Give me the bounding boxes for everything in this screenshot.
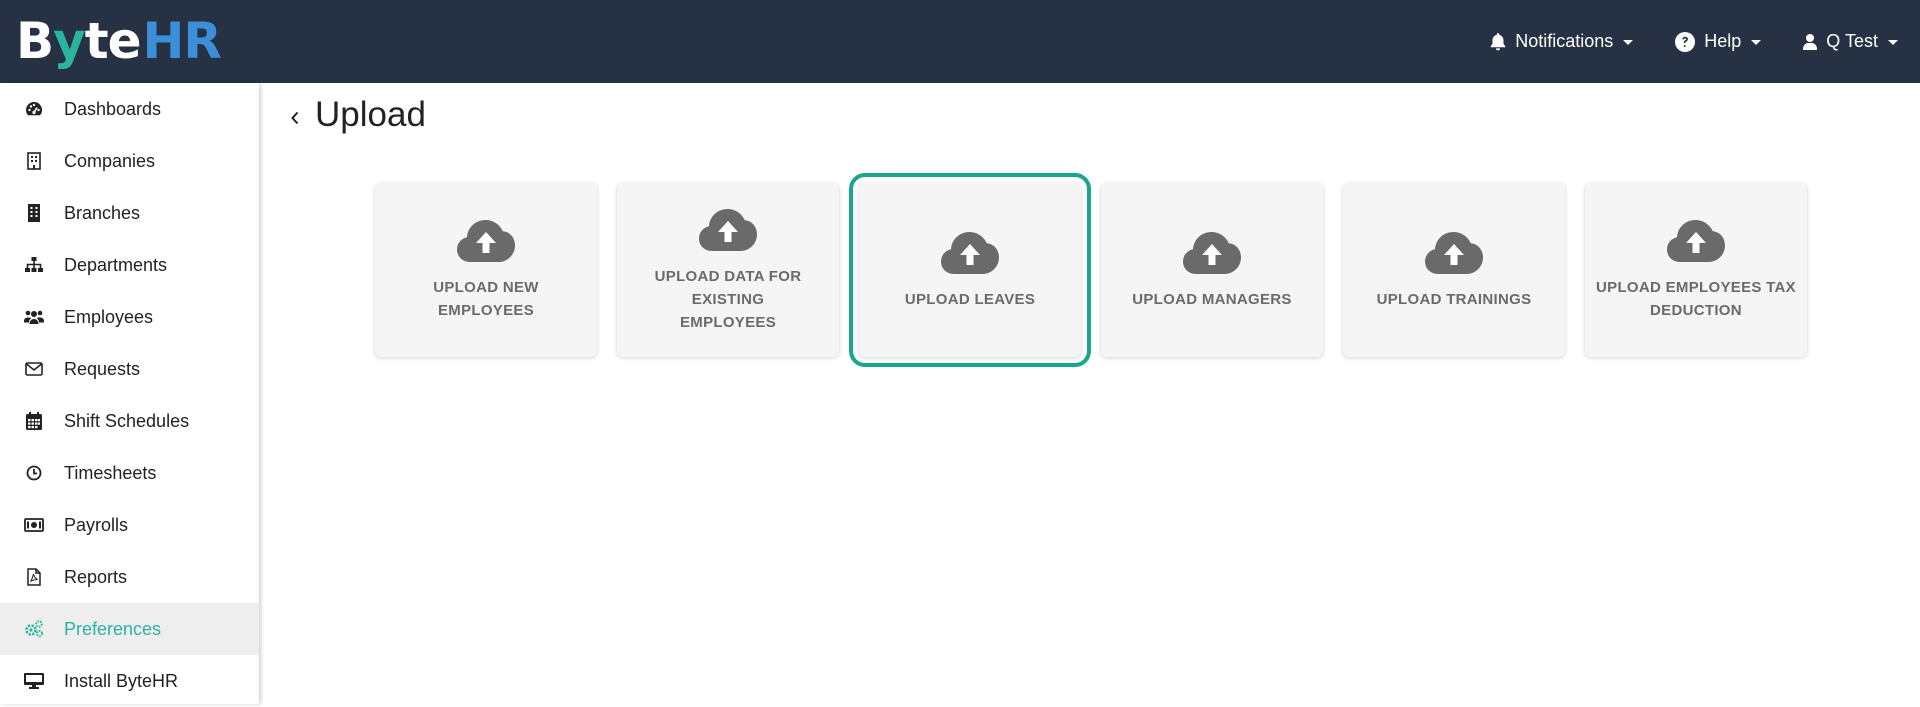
chevron-left-icon bbox=[291, 111, 299, 125]
user-name-label: Q Test bbox=[1826, 31, 1878, 51]
sidebar-item-payrolls[interactable]: Payrolls bbox=[0, 499, 259, 551]
cloud-upload-icon bbox=[699, 208, 757, 251]
sidebar-item-install-bytehr[interactable]: Install ByteHR bbox=[0, 655, 259, 707]
user-menu-dropdown[interactable]: Q Test bbox=[1803, 31, 1898, 52]
users-icon bbox=[24, 307, 44, 327]
building-icon bbox=[24, 151, 44, 171]
sidebar-item-label: Install ByteHR bbox=[64, 670, 179, 691]
logo-letter-y: y bbox=[53, 12, 86, 70]
card-label-line1: UPLOAD MANAGERS bbox=[1132, 290, 1292, 308]
card-label-line1: UPLOAD NEW EMPLOYEES bbox=[433, 279, 539, 319]
cloud-upload-icon bbox=[1667, 220, 1725, 262]
notifications-dropdown[interactable]: Notifications bbox=[1490, 31, 1634, 52]
sidebar-item-companies[interactable]: Companies bbox=[0, 135, 259, 187]
card-label-line1: UPLOAD DATA FOR EXISTING bbox=[654, 267, 802, 308]
sidebar-item-departments[interactable]: Departments bbox=[0, 239, 259, 291]
sidebar-item-label: Requests bbox=[64, 358, 141, 379]
card-label-line2: EMPLOYEES bbox=[679, 313, 777, 331]
sidebar-item-shift-schedules[interactable]: Shift Schedules bbox=[0, 395, 259, 447]
card-label-line2: DEDUCTION bbox=[1650, 302, 1742, 319]
top-navbar: By te HR Notifications Help Q Test bbox=[0, 0, 1920, 83]
sidebar-item-label: Timesheets bbox=[64, 462, 157, 483]
card-label: UPLOAD DATA FOR EXISTING EMPLOYEES bbox=[617, 265, 839, 334]
sidebar-item-label: Branches bbox=[64, 202, 141, 223]
envelope-icon bbox=[24, 359, 44, 379]
upload-trainings-card[interactable]: UPLOAD TRAININGS bbox=[1343, 183, 1565, 357]
upload-managers-card[interactable]: UPLOAD MANAGERS bbox=[1101, 183, 1323, 357]
sidebar-item-label: Employees bbox=[64, 306, 154, 327]
sidebar-item-label: Reports bbox=[64, 566, 128, 587]
back-button[interactable] bbox=[285, 103, 305, 133]
dashboard-gauge-icon bbox=[24, 99, 44, 119]
desktop-icon bbox=[24, 671, 44, 691]
logo-letter-b: B bbox=[16, 12, 54, 70]
card-label: UPLOAD TRAININGS bbox=[1369, 288, 1540, 311]
sidebar-item-reports[interactable]: Reports bbox=[0, 551, 259, 603]
cloud-upload-icon bbox=[1183, 231, 1241, 274]
sidebar-item-requests[interactable]: Requests bbox=[0, 343, 259, 395]
calendar-icon bbox=[24, 411, 44, 431]
bytehr-logo[interactable]: By te HR bbox=[16, 12, 222, 70]
sidebar-item-label: Companies bbox=[64, 150, 156, 171]
cloud-upload-icon bbox=[941, 231, 999, 274]
card-label-line1: UPLOAD LEAVES bbox=[904, 290, 1036, 308]
upload-data-for-existing-employees-card[interactable]: UPLOAD DATA FOR EXISTING EMPLOYEES bbox=[617, 183, 839, 357]
caret-down-icon bbox=[1888, 40, 1898, 45]
sidebar-item-label: Departments bbox=[64, 254, 168, 275]
logo-letters-te: te bbox=[84, 12, 142, 70]
question-circle-icon bbox=[1675, 31, 1696, 52]
card-label-line1: UPLOAD TRAININGS bbox=[1376, 290, 1532, 308]
sidebar-item-branches[interactable]: Branches bbox=[0, 187, 259, 239]
upload-new-employees-card[interactable]: UPLOAD NEW EMPLOYEES bbox=[375, 183, 597, 357]
help-dropdown[interactable]: Help bbox=[1675, 31, 1762, 52]
cloud-upload-icon bbox=[457, 220, 515, 262]
sidebar-item-preferences[interactable]: Preferences bbox=[0, 603, 259, 655]
card-label: UPLOAD EMPLOYEES TAX DEDUCTION bbox=[1588, 276, 1804, 322]
sidebar-item-label: Payrolls bbox=[64, 514, 129, 535]
card-label: UPLOAD NEW EMPLOYEES bbox=[375, 276, 597, 322]
upload-cards: UPLOAD NEW EMPLOYEES UPLOAD DATA FOR EXI… bbox=[375, 173, 1807, 367]
upload-leaves-card[interactable]: UPLOAD LEAVES bbox=[849, 173, 1091, 367]
top-nav-menu: Notifications Help Q Test bbox=[1490, 0, 1898, 83]
caret-down-icon bbox=[1623, 40, 1634, 45]
sitemap-icon bbox=[24, 255, 44, 275]
cloud-upload-icon bbox=[1425, 231, 1483, 274]
cogs-icon bbox=[24, 619, 44, 639]
caret-down-icon bbox=[1751, 40, 1762, 45]
sidebar-item-dashboards[interactable]: Dashboards bbox=[0, 83, 259, 135]
sidebar-item-timesheets[interactable]: Timesheets bbox=[0, 447, 259, 499]
help-label: Help bbox=[1704, 31, 1742, 51]
file-pdf-icon bbox=[24, 567, 44, 587]
notifications-label: Notifications bbox=[1515, 31, 1614, 51]
money-bill-icon bbox=[24, 515, 44, 535]
card-label-line1: UPLOAD EMPLOYEES TAX bbox=[1596, 279, 1796, 296]
main-content: Upload UPLOAD NEW EMPLOYEES UPLOAD DATA … bbox=[261, 83, 1920, 704]
user-icon bbox=[1803, 33, 1818, 50]
upload-employees-tax-deduction-card[interactable]: UPLOAD EMPLOYEES TAX DEDUCTION bbox=[1585, 183, 1807, 357]
building-solid-icon bbox=[24, 203, 44, 223]
sidebar-item-label: Shift Schedules bbox=[64, 410, 190, 431]
bell-icon bbox=[1490, 32, 1506, 50]
sidebar-item-label: Dashboards bbox=[64, 98, 162, 119]
sidebar-item-employees[interactable]: Employees bbox=[0, 291, 259, 343]
clock-icon bbox=[24, 463, 44, 483]
sidebar-item-label: Preferences bbox=[64, 618, 162, 639]
card-label: UPLOAD LEAVES bbox=[897, 288, 1043, 311]
sidebar: Dashboards Companies Branches Department… bbox=[0, 83, 259, 704]
card-label: UPLOAD MANAGERS bbox=[1124, 288, 1300, 311]
logo-letters-hr: HR bbox=[142, 12, 222, 70]
page-title: Upload bbox=[315, 95, 426, 134]
